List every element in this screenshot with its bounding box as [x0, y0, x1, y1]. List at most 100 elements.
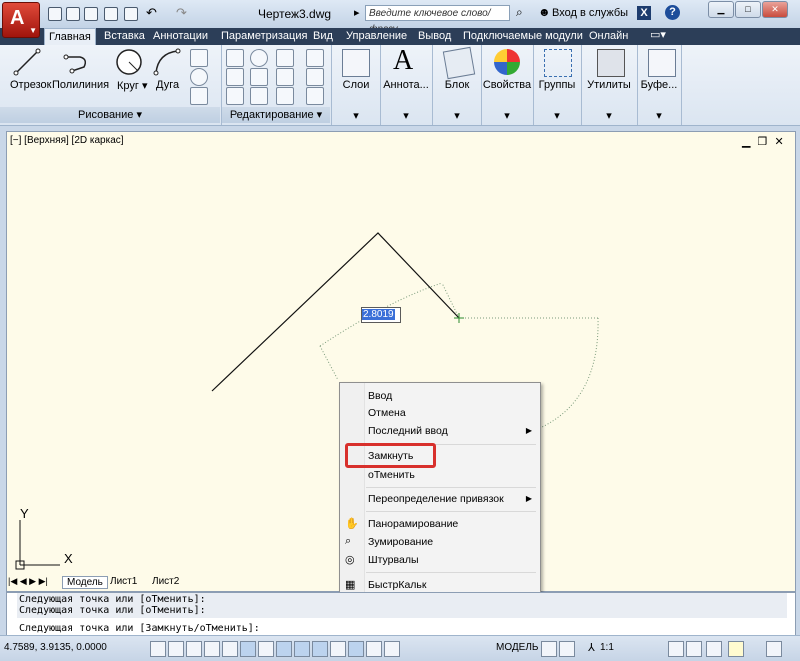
search-input[interactable]: Введите ключевое слово/фразу — [365, 5, 510, 35]
mirror-icon[interactable] — [250, 68, 268, 86]
utilities-label[interactable]: Утилиты — [582, 79, 636, 91]
modify-panel-title[interactable]: Редактирование ▾ — [222, 107, 330, 123]
application-menu-button[interactable]: A ▼ — [2, 2, 40, 38]
viewport-close-icon[interactable]: ✕ — [774, 136, 783, 148]
circle-label[interactable]: Круг ▾ — [117, 79, 148, 92]
dynamic-ucs-icon[interactable] — [294, 641, 310, 657]
toolbar-lock-icon[interactable] — [686, 641, 702, 657]
maximize-icon[interactable]: □ — [735, 1, 761, 18]
groups-expand-icon[interactable]: ▾ — [534, 109, 580, 122]
object-snap-tracking-icon[interactable] — [276, 641, 292, 657]
tab-manage[interactable]: Управление — [346, 28, 407, 45]
command-prompt[interactable]: Следующая точка или [Замкнуть/оТменить]: — [19, 623, 260, 634]
save-as-icon[interactable] — [104, 7, 118, 21]
quick-properties-icon[interactable] — [366, 641, 382, 657]
redo-icon[interactable]: ↷ — [176, 5, 187, 21]
groups-label[interactable]: Группы — [534, 79, 580, 91]
infer-constraints-icon[interactable] — [150, 641, 166, 657]
block-icon[interactable] — [442, 46, 476, 80]
annotation-icon[interactable]: A — [393, 45, 419, 76]
fillet-icon[interactable] — [276, 68, 294, 86]
move-icon[interactable] — [226, 49, 244, 67]
clipboard-expand-icon[interactable]: ▾ — [638, 109, 680, 122]
copy-icon[interactable] — [226, 68, 244, 86]
dynamic-input-icon[interactable] — [312, 641, 328, 657]
help-icon[interactable]: ? — [665, 5, 680, 20]
hardware-acceleration-icon[interactable] — [706, 641, 722, 657]
workspace-switching-icon[interactable] — [668, 641, 684, 657]
layers-expand-icon[interactable]: ▾ — [338, 109, 374, 122]
transparency-icon[interactable] — [348, 641, 364, 657]
arc-icon[interactable] — [152, 47, 182, 77]
clipboard-icon[interactable] — [648, 49, 676, 77]
tab-home[interactable]: Главная — [44, 28, 96, 46]
tab-output[interactable]: Вывод — [418, 28, 451, 45]
ortho-mode-icon[interactable] — [204, 641, 220, 657]
tab-plugins[interactable]: Подключаемые модули — [463, 28, 583, 45]
region-icon[interactable] — [190, 87, 208, 105]
clipboard-label[interactable]: Буфе... — [638, 79, 680, 91]
object-snap-icon[interactable] — [240, 641, 256, 657]
save-icon[interactable] — [84, 7, 98, 21]
menu-item-steeringwheels[interactable]: Штурвалы — [368, 554, 419, 566]
tab-sheet1[interactable]: Лист1 — [110, 576, 137, 587]
clean-screen-icon[interactable] — [766, 641, 782, 657]
tab-model[interactable]: Модель — [62, 576, 108, 589]
block-expand-icon[interactable]: ▾ — [434, 109, 480, 122]
menu-item-pan[interactable]: Панорамирование — [368, 518, 458, 530]
menu-item-enter[interactable]: Ввод — [368, 390, 392, 402]
viewport-controls-label[interactable]: [−] [Верхняя] [2D каркас] — [10, 135, 124, 146]
line-icon[interactable] — [12, 47, 42, 77]
selection-cycling-icon[interactable] — [384, 641, 400, 657]
binoculars-icon[interactable]: ⌕ — [516, 5, 523, 20]
3d-object-snap-icon[interactable] — [258, 641, 274, 657]
dynamic-input-box[interactable]: 2.8019 — [361, 307, 401, 323]
menu-item-cancel[interactable]: Отмена — [368, 407, 406, 419]
polyline-icon[interactable] — [62, 47, 92, 77]
utilities-icon[interactable] — [597, 49, 625, 77]
isolate-objects-icon[interactable] — [728, 641, 744, 657]
groups-icon[interactable] — [544, 49, 572, 77]
menu-item-recent-input[interactable]: Последний ввод — [368, 425, 448, 437]
viewport-minimize-icon[interactable]: ▁ — [742, 136, 750, 148]
tab-insert[interactable]: Вставка — [104, 28, 145, 45]
command-window[interactable]: Следующая точка или [оТменить]: Следующа… — [6, 592, 796, 636]
open-file-icon[interactable] — [66, 7, 80, 21]
annotation-scale-icon[interactable]: ⅄ — [588, 641, 595, 654]
block-label[interactable]: Блок — [434, 79, 480, 91]
tab-options-icon[interactable]: ▭▾ — [650, 27, 666, 44]
login-button[interactable]: Вход в службы — [552, 7, 628, 19]
menu-item-quickcalc[interactable]: БыстрКальк — [368, 579, 426, 591]
hatch-icon[interactable] — [190, 68, 208, 86]
snap-mode-icon[interactable] — [168, 641, 184, 657]
tab-online[interactable]: Онлайн — [589, 28, 628, 45]
menu-item-snap-overrides[interactable]: Переопределение привязок — [368, 493, 504, 505]
tab-sheet2[interactable]: Лист2 — [152, 576, 179, 587]
properties-expand-icon[interactable]: ▾ — [482, 109, 532, 122]
polyline-label[interactable]: Полилиния — [52, 79, 109, 91]
grid-display-icon[interactable] — [186, 641, 202, 657]
viewport-restore-icon[interactable]: ❐ — [758, 136, 768, 148]
array-icon[interactable] — [276, 87, 294, 105]
undo-icon[interactable]: ↶ — [146, 5, 157, 21]
layers-label[interactable]: Слои — [338, 79, 374, 91]
tab-view[interactable]: Вид — [313, 28, 333, 45]
stretch-icon[interactable] — [226, 87, 244, 105]
trim-icon[interactable] — [276, 49, 294, 67]
erase-icon[interactable] — [306, 49, 324, 67]
rectangle-icon[interactable] — [190, 49, 208, 67]
quick-view-layouts-icon[interactable] — [541, 641, 557, 657]
dynamic-input-value[interactable]: 2.8019 — [362, 309, 395, 320]
tab-parametric[interactable]: Параметризация — [221, 28, 307, 45]
annotation-label[interactable]: Аннота... — [382, 79, 430, 91]
properties-label[interactable]: Свойства — [482, 79, 532, 91]
exchange-icon[interactable]: X — [637, 6, 651, 20]
menu-item-undo[interactable]: оТменить — [368, 469, 415, 481]
minimize-icon[interactable]: ▁ — [708, 1, 734, 18]
rotate-icon[interactable] — [250, 49, 268, 67]
annotation-expand-icon[interactable]: ▾ — [382, 109, 430, 122]
model-space-toggle[interactable]: МОДЕЛЬ — [496, 642, 538, 653]
lineweight-icon[interactable] — [330, 641, 346, 657]
print-icon[interactable] — [124, 7, 138, 21]
close-icon[interactable]: ✕ — [762, 1, 788, 18]
